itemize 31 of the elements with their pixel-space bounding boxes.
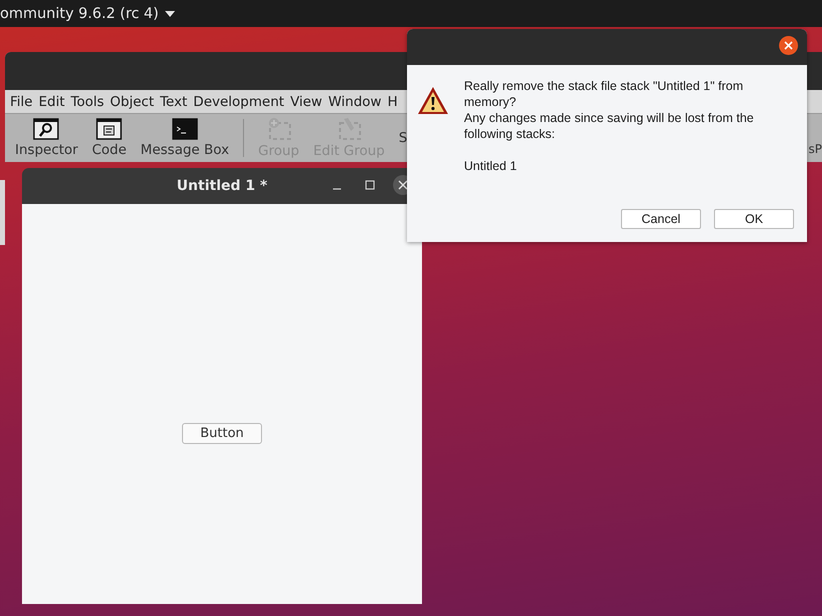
maximize-icon[interactable]: [365, 180, 375, 190]
magnifier-icon: [33, 118, 60, 140]
menu-item[interactable]: Text: [160, 94, 188, 110]
dialog-button[interactable]: OK: [714, 209, 794, 229]
close-icon[interactable]: [779, 36, 798, 55]
toolbar-button[interactable]: S: [398, 130, 408, 146]
dialog-button[interactable]: Cancel: [621, 209, 701, 229]
toolbar-label[interactable]: P: [814, 142, 822, 156]
dialog-message: Really remove the stack file stack "Untitled 1" from memory?: [464, 78, 744, 110]
window-edge: [0, 180, 5, 245]
menu-item[interactable]: H: [387, 94, 398, 110]
toolbar-button[interactable]: Inspector: [15, 118, 78, 158]
stack-button[interactable]: Button: [182, 423, 262, 444]
menu-item[interactable]: View: [290, 94, 322, 110]
dialog-message: Any changes made since saving will be lost from the following stacks:: [464, 110, 755, 142]
menu-item[interactable]: Window: [328, 94, 382, 110]
menu-item[interactable]: Tools: [70, 94, 104, 110]
warning-icon: [417, 85, 449, 117]
caret-icon[interactable]: [164, 10, 175, 16]
toolbar-button[interactable]: Code: [92, 118, 127, 158]
menu-item[interactable]: Edit: [38, 94, 65, 110]
menu-item[interactable]: Development: [193, 94, 284, 110]
menu-item[interactable]: File: [10, 94, 33, 110]
stack-name: Untitled 1: [464, 158, 518, 174]
window-title: Untitled 1 *: [176, 178, 268, 194]
app-menu[interactable]: ommunity 9.6.2 (rc 4): [0, 6, 159, 22]
toolbar-button[interactable]: Message Box: [140, 118, 230, 158]
menu-item[interactable]: Object: [110, 94, 154, 110]
script-icon: [96, 118, 122, 140]
terminal-icon: [172, 118, 198, 140]
toolbar-label[interactable]: s: [808, 142, 815, 156]
